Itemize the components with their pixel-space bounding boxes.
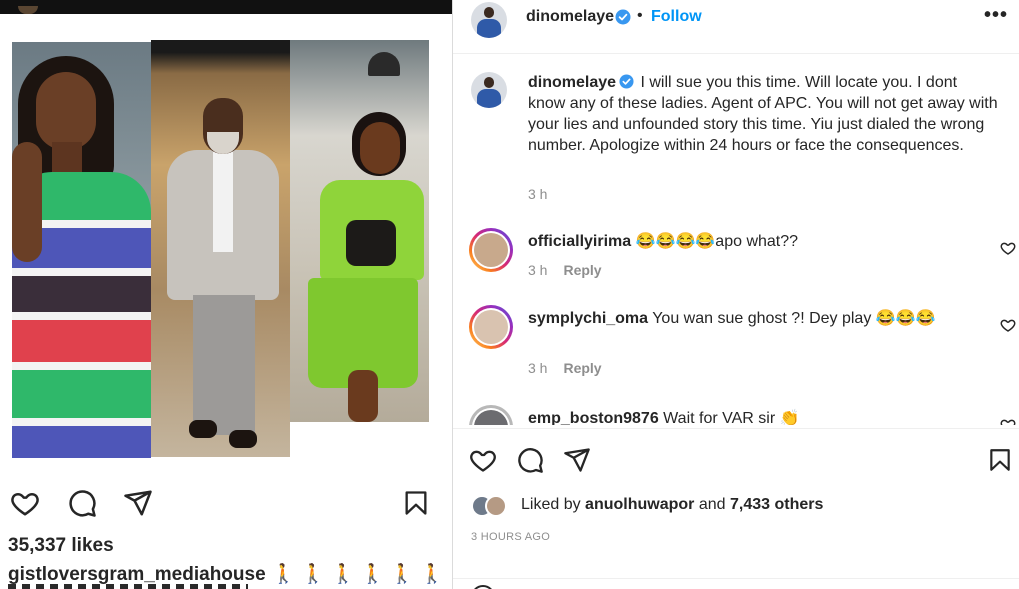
comment-body: 😂😂😂😂apo what?? [635,233,799,250]
comment-username[interactable]: officiallyirima [528,233,631,250]
reply-button[interactable]: Reply [563,360,601,376]
caption-avatar-head [483,77,495,88]
left-action-row [10,488,430,520]
post-header: dinomelaye • Follow ••• [453,0,1019,54]
comment-like-heart-icon[interactable] [1000,417,1016,425]
liked-by-others-link[interactable]: 7,433 others [730,496,823,513]
comment-text: symplychi_oma You wan sue ghost ?! Dey p… [528,308,958,330]
right-action-row [469,446,1010,476]
comment-avatar-image [474,410,508,425]
left-cut-off-text [8,584,248,589]
add-comment-bar [453,578,1019,589]
post-image-collage[interactable] [12,40,429,458]
more-options-icon[interactable]: ••• [984,4,1012,28]
liked-by-prefix: Liked by [521,496,581,513]
caption-text-block: dinomelaye I will sue you this time. Wil… [528,72,998,156]
comment-like-heart-icon[interactable] [1000,317,1016,333]
comment-avatar-image [474,310,508,344]
header-username[interactable]: dinomelaye [526,8,614,26]
liked-by-text: Liked by anuolhuwapor and 7,433 others [521,496,823,514]
photo-3-lamp [368,52,400,76]
reply-button[interactable]: Reply [563,262,601,278]
liked-by-and: and [698,496,726,513]
left-top-bar [0,0,452,14]
caption-verified-badge-icon [619,74,634,89]
comment-avatar-ring[interactable] [469,405,513,425]
header-avatar[interactable] [471,2,507,38]
comment-text: emp_boston9876 Wait for VAR sir 👏 [528,408,958,425]
comments-area[interactable]: dinomelaye I will sue you this time. Wil… [453,55,1019,425]
caption-username[interactable]: dinomelaye [528,74,616,91]
comment-icon[interactable] [516,446,544,474]
comment-meta: 3 h Reply [528,360,602,376]
like-heart-icon[interactable] [469,446,497,474]
post-timestamp[interactable]: 3 HOURS AGO [471,531,550,543]
photo-2-pants [193,295,255,435]
caption-avatar[interactable] [471,72,507,108]
comment-meta: 3 h Reply [528,262,602,278]
liked-by-username[interactable]: anuolhuwapor [585,496,694,513]
header-separator-dot: • [637,7,643,24]
verified-badge-icon [615,9,631,25]
caption-avatar-body [477,88,501,108]
emoji-icon[interactable] [471,585,495,589]
comment-text: officiallyirima 😂😂😂😂apo what?? [528,231,958,253]
comment-body: Wait for VAR sir 👏 [663,410,800,425]
comment-username[interactable]: emp_boston9876 [528,410,659,425]
comment-time[interactable]: 3 h [528,360,547,376]
left-avatar-stub [18,6,38,14]
photo-1-arm [12,142,42,262]
share-icon[interactable] [563,446,591,474]
left-likes-count[interactable]: 35,337 likes [8,535,114,557]
photo-3-top [346,220,396,266]
left-caption-username[interactable]: gistloversgram_mediahouse [8,564,266,585]
comment-avatar-border [472,408,510,425]
comment-avatar-border [472,231,510,269]
bookmark-icon[interactable] [402,488,432,518]
bookmark-icon[interactable] [987,446,1015,474]
comment-avatar-border [472,308,510,346]
like-heart-icon[interactable] [10,488,40,518]
comment-avatar-ring[interactable] [469,305,513,349]
follow-button[interactable]: Follow [651,8,702,26]
liked-by-row: Liked by anuolhuwapor and 7,433 others [471,495,1011,519]
photo-2-shoe-left [189,420,217,438]
comment-time[interactable]: 3 h [528,262,547,278]
comment-body: You wan sue ghost ?! Dey play 😂😂😂 [652,310,936,327]
photo-3-face [360,122,400,174]
photo-lady-striped-dress [12,42,151,458]
header-avatar-head [483,7,495,18]
photo-1-face [36,72,96,150]
left-post-panel: 35,337 likes gistloversgram_mediahouse 🚶🚶… [0,0,452,589]
comment-username[interactable]: symplychi_oma [528,310,648,327]
photo-2-shirt [213,152,233,252]
share-icon[interactable] [123,488,153,518]
caption-timestamp[interactable]: 3 h [528,186,547,202]
liker-avatar[interactable] [485,495,507,517]
post-actions-section: Liked by anuolhuwapor and 7,433 others 3… [453,428,1019,589]
photo-2-shoe-right [229,430,257,448]
right-post-panel: dinomelaye • Follow ••• dinomelaye I wil… [453,0,1019,589]
comment-like-heart-icon[interactable] [1000,240,1016,256]
photo-3-leg [348,370,378,422]
comment-avatar-ring[interactable] [469,228,513,272]
photo-man-grey-suit [151,40,290,457]
photo-lady-green-outfit [290,40,429,422]
left-caption: gistloversgram_mediahouse🚶🚶🚶🚶🚶🚶🚶 [8,562,452,586]
header-avatar-body [477,18,501,38]
left-caption-emoji: 🚶🚶🚶🚶🚶🚶🚶 [271,564,452,585]
comment-avatar-image [474,233,508,267]
comment-icon[interactable] [67,488,97,518]
